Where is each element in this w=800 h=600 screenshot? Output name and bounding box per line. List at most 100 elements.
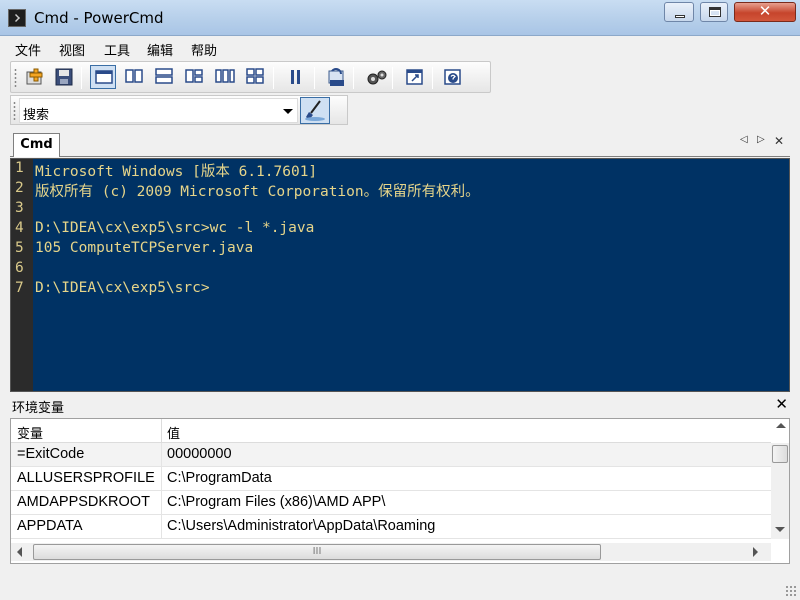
menu-help[interactable]: 帮助 [191, 40, 217, 59]
column-divider [161, 443, 162, 467]
search-input[interactable]: 搜索 [23, 104, 49, 123]
toolbar-separator [432, 67, 433, 89]
search-combobox[interactable]: 搜索 [19, 98, 298, 123]
new-tab-icon [26, 68, 43, 85]
four-pane-icon [246, 68, 264, 84]
toolbar-separator [353, 67, 354, 89]
tab-close-icon[interactable]: ✕ [774, 134, 784, 148]
env-panel-header: 环境变量 ✕ [10, 395, 790, 416]
three-pane-button[interactable] [181, 65, 207, 89]
close-button[interactable]: ✕ [734, 2, 796, 22]
row-variable: AMDAPPSDKROOT [17, 494, 150, 510]
scroll-down-icon[interactable] [775, 527, 785, 532]
clear-button[interactable] [300, 97, 330, 124]
console-line: 2 版权所有 (c) 2009 Microsoft Corporation。保留所… [11, 180, 781, 200]
maximize-button[interactable] [700, 2, 728, 22]
three-columns-button[interactable] [211, 65, 237, 89]
console-line: 3 [11, 200, 781, 220]
line-text: 105 ComputeTCPServer.java [35, 240, 254, 256]
two-rows-button[interactable] [151, 65, 177, 89]
line-text: D:\IDEA\cx\exp5\src> [35, 280, 210, 296]
line-number: 1 [15, 160, 24, 176]
search-toolbar: 搜索 [10, 95, 348, 125]
log-button[interactable] [323, 65, 349, 89]
help-button[interactable] [440, 65, 466, 89]
line-number: 6 [15, 260, 24, 276]
two-columns-icon [125, 69, 143, 83]
line-number: 4 [15, 220, 24, 236]
toolbar-separator [81, 67, 82, 89]
vertical-scroll-thumb[interactable] [772, 445, 788, 463]
column-divider [161, 491, 162, 515]
console-line: 6 [11, 260, 781, 280]
open-window-icon [406, 69, 423, 85]
tab-scroll-right-icon[interactable]: ▷ [757, 134, 765, 145]
minimize-button[interactable] [664, 2, 694, 22]
toolbar-separator [392, 67, 393, 89]
chevron-down-icon[interactable] [283, 109, 293, 114]
table-row[interactable]: ALLUSERSPROFILE C:\ProgramData [11, 467, 771, 491]
env-variables-table: 变量 值 =ExitCode 00000000 ALLUSERSPROFILE … [10, 418, 790, 564]
vertical-scrollbar[interactable] [771, 443, 789, 539]
toolbar-grip[interactable] [13, 101, 16, 121]
four-pane-button[interactable] [242, 65, 268, 89]
log-icon [328, 68, 344, 86]
env-panel-title: 环境变量 [12, 401, 65, 416]
close-icon: ✕ [758, 2, 772, 20]
column-header-variable[interactable]: 变量 [17, 423, 43, 442]
pause-button[interactable] [283, 65, 309, 89]
horizontal-scroll-thumb[interactable]: III [33, 544, 601, 560]
row-value: C:\Program Files (x86)\AMD APP\ [167, 494, 386, 510]
console-line: 5 105 ComputeTCPServer.java [11, 240, 781, 260]
column-header-value[interactable]: 值 [167, 423, 180, 442]
table-header: 变量 值 [11, 419, 771, 443]
table-row[interactable]: APPDATA C:\Users\Administrator\AppData\R… [11, 515, 771, 539]
two-columns-button[interactable] [121, 65, 147, 89]
console-line: 4 D:\IDEA\cx\exp5\src>wc -l *.java [11, 220, 781, 240]
row-variable: =ExitCode [17, 446, 85, 462]
row-value: C:\ProgramData [167, 470, 272, 486]
column-divider [161, 467, 162, 491]
app-icon [8, 9, 26, 27]
table-row[interactable]: AMDAPPSDKROOT C:\Program Files (x86)\AMD… [11, 491, 771, 515]
column-divider[interactable] [161, 419, 162, 443]
title-bar[interactable]: Cmd - PowerCmd ✕ [0, 0, 800, 36]
three-columns-icon [215, 69, 235, 83]
scroll-right-icon[interactable] [753, 547, 758, 557]
horizontal-scrollbar[interactable]: III [11, 543, 771, 561]
status-bar [0, 568, 800, 600]
new-tab-button[interactable] [22, 65, 48, 89]
console-line: 7 D:\IDEA\cx\exp5\src> [11, 280, 781, 300]
menu-tools[interactable]: 工具 [104, 40, 130, 59]
settings-button[interactable] [362, 65, 388, 89]
tab-cmd[interactable]: Cmd [13, 133, 60, 157]
close-icon[interactable]: ✕ [775, 395, 788, 413]
line-number: 2 [15, 180, 24, 196]
line-number: 3 [15, 200, 24, 216]
minimize-icon [675, 15, 685, 18]
settings-icon [367, 70, 387, 85]
menu-edit[interactable]: 编辑 [147, 40, 173, 59]
single-pane-button[interactable] [90, 65, 116, 89]
table-row[interactable]: =ExitCode 00000000 [11, 443, 771, 467]
save-button[interactable] [51, 65, 77, 89]
tab-scroll-left-icon[interactable]: ◁ [740, 134, 748, 145]
menu-view[interactable]: 视图 [59, 40, 85, 59]
toolbar-separator [314, 67, 315, 89]
window-title: Cmd - PowerCmd [34, 9, 164, 27]
scroll-left-icon[interactable] [17, 547, 22, 557]
scroll-up-icon[interactable] [776, 423, 786, 428]
resize-grip[interactable] [785, 585, 797, 597]
line-number: 7 [15, 280, 24, 296]
console-line: 1 Microsoft Windows [版本 6.1.7601] [11, 160, 781, 180]
row-variable: ALLUSERSPROFILE [17, 470, 155, 486]
three-pane-icon [185, 69, 203, 83]
open-window-button[interactable] [402, 65, 428, 89]
main-toolbar [10, 61, 491, 93]
line-text: 版权所有 (c) 2009 Microsoft Corporation。保留所有… [35, 184, 480, 200]
two-rows-icon [155, 68, 173, 84]
toolbar-separator [273, 67, 274, 89]
menu-file[interactable]: 文件 [15, 40, 41, 59]
toolbar-grip[interactable] [14, 68, 17, 88]
console-output[interactable]: 1 Microsoft Windows [版本 6.1.7601] 2 版权所有 (… [10, 158, 790, 392]
